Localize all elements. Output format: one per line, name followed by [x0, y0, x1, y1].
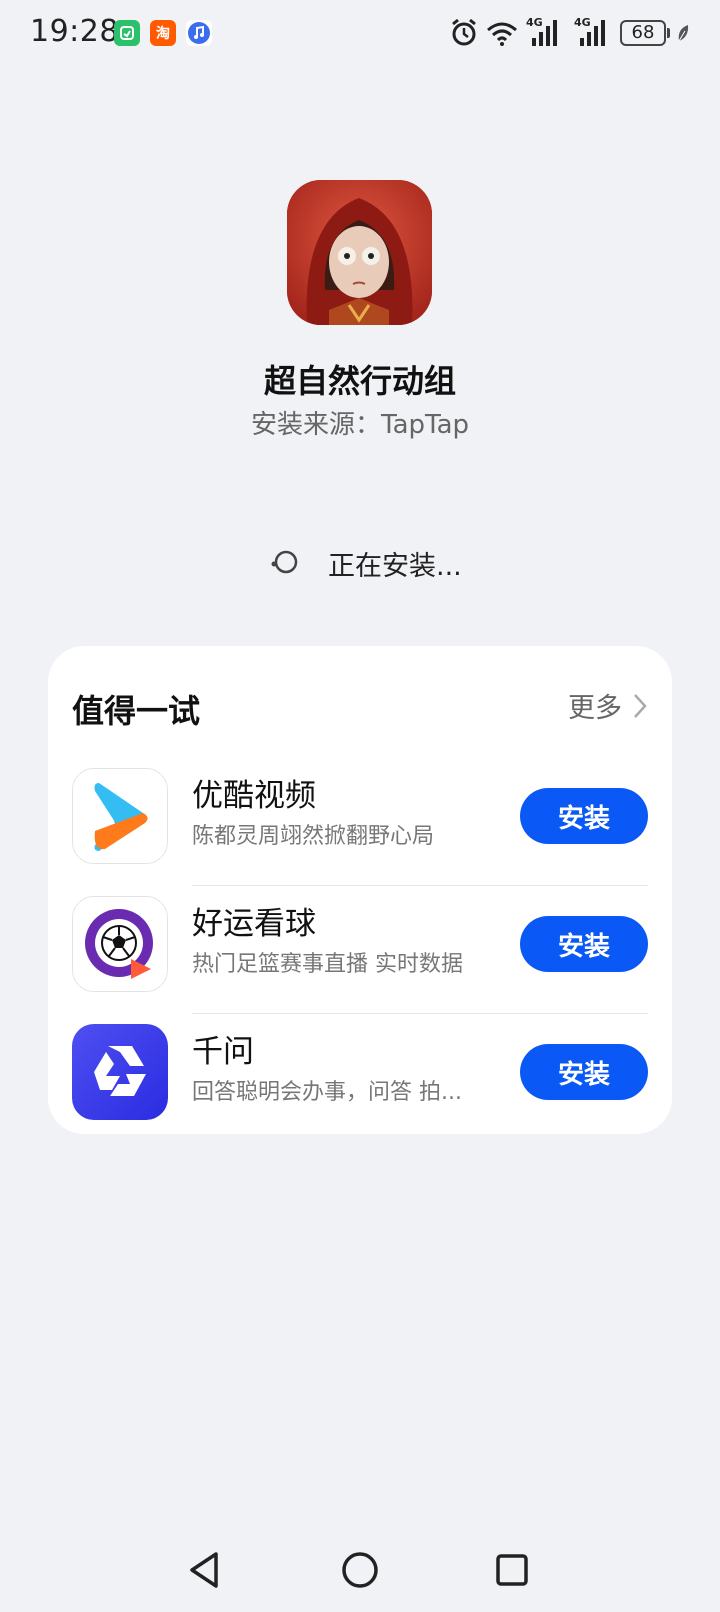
recents-icon[interactable] — [482, 1540, 542, 1600]
app-icon — [287, 180, 432, 325]
battery-tip — [667, 28, 670, 38]
mi-home-icon — [114, 20, 140, 46]
wifi-icon — [486, 22, 518, 50]
install-source: 安装来源：TapTap — [250, 410, 470, 440]
leaf-icon — [676, 24, 690, 48]
loading-spinner-icon — [271, 550, 298, 574]
app-item-name: 千问 — [192, 1034, 254, 1070]
status-bar: 19:28 淘 4G 4G 68 — [0, 0, 720, 70]
list-item[interactable]: 优酷视频 陈都灵周翊然掀翻野心局 安装 — [72, 758, 648, 886]
list-item[interactable]: 千问 回答聪明会办事，问答 拍... 安装 — [72, 1014, 648, 1142]
chevron-right-icon — [634, 693, 647, 718]
football-app-icon — [72, 896, 168, 992]
app-name: 超自然行动组 — [263, 362, 456, 400]
back-icon[interactable] — [176, 1540, 236, 1600]
app-item-desc: 陈都灵周翊然掀翻野心局 — [192, 824, 435, 849]
taobao-icon: 淘 — [150, 20, 176, 46]
more-link[interactable]: 更多 — [568, 686, 648, 725]
navigation-bar — [0, 1540, 720, 1612]
qianwen-icon — [72, 1024, 168, 1120]
list-item[interactable]: 好运看球 热门足篮赛事直播 实时数据 安装 — [72, 886, 648, 1014]
recommend-title: 值得一试 — [72, 692, 201, 730]
install-status-text: 正在安装... — [328, 551, 462, 582]
youku-icon — [72, 768, 168, 864]
recommend-card: 值得一试 更多 优酷视频 陈都灵周翊然掀翻野心局 安装 好运看球 热门足篮赛事直… — [48, 646, 672, 1134]
install-button[interactable]: 安装 — [520, 788, 648, 844]
music-icon — [186, 20, 212, 46]
app-item-desc: 回答聪明会办事，问答 拍... — [192, 1080, 462, 1105]
install-button[interactable]: 安装 — [520, 1044, 648, 1100]
status-time: 19:28 — [30, 14, 119, 49]
app-item-name: 优酷视频 — [192, 778, 316, 814]
battery-indicator: 68 — [620, 20, 666, 46]
home-icon[interactable] — [330, 1540, 390, 1600]
install-button[interactable]: 安装 — [520, 916, 648, 972]
alarm-icon — [450, 18, 478, 52]
more-label: 更多 — [568, 693, 622, 724]
app-item-desc: 热门足篮赛事直播 实时数据 — [192, 952, 463, 977]
app-item-name: 好运看球 — [192, 906, 316, 942]
install-progress: 正在安装... — [0, 540, 720, 582]
